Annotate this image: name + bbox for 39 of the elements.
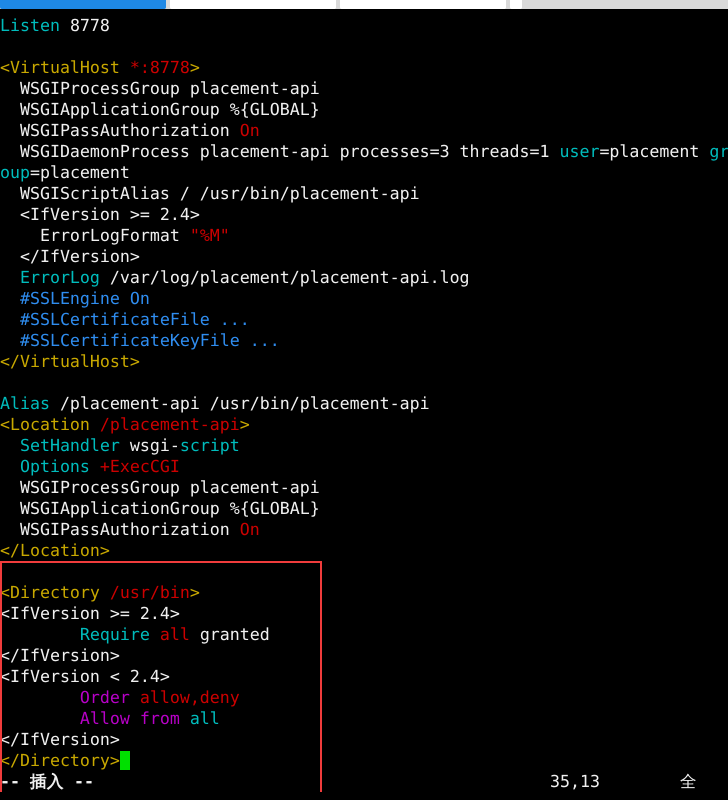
code-line: Options +ExecCGI [18,456,181,477]
code-line: Alias /placement-api /usr/bin/placement-api [0,393,431,414]
code-line: SetHandler wsgi-script [18,435,241,456]
code-line: WSGIProcessGroup placement-api [18,477,321,498]
code-line: Order allow,deny [78,687,241,708]
terminal-tab[interactable] [510,0,522,9]
code-line: WSGIApplicationGroup %{GLOBAL} [18,99,321,120]
code-line: Listen 8778 [0,15,111,36]
code-line: <VirtualHost *:8778> [0,57,201,78]
cursor-position: 35,13 [550,771,601,792]
code-line: </VirtualHost> [0,351,141,372]
code-line: <IfVersion >= 2.4> [18,204,201,225]
code-line: #SSLCertificateFile ... [18,309,251,330]
mode-indicator: -- 插入 -- [0,771,95,792]
code-line: ErrorLogFormat "%M" [38,225,231,246]
code-line: ErrorLog /var/log/placement/placement-api.log [18,267,471,288]
code-line: </IfVersion> [0,729,121,750]
terminal-tab[interactable] [0,0,166,9]
scroll-indicator: 全 [680,771,697,792]
code-line: Require all granted [78,624,271,645]
terminal-tab[interactable] [340,0,506,9]
code-line: #SSLEngine On [18,288,151,309]
code-line: #SSLCertificateKeyFile ... [18,330,281,351]
code-line: <IfVersion < 2.4> [0,666,171,687]
code-line: </IfVersion> [18,246,141,267]
code-line: </IfVersion> [0,645,121,666]
code-line: <IfVersion >= 2.4> [0,603,181,624]
code-line: Allow from all [78,708,221,729]
terminal-tab[interactable] [170,0,336,9]
code-line: WSGIApplicationGroup %{GLOBAL} [18,498,321,519]
code-line: </Directory> [0,750,728,771]
code-line: oup=placement [0,162,131,183]
code-line: WSGIPassAuthorization On [18,120,261,141]
code-line: WSGIPassAuthorization On [18,519,261,540]
code-line: WSGIProcessGroup placement-api [18,78,321,99]
code-line: <Directory /usr/bin> [0,582,201,603]
code-line: <Location /placement-api> [0,414,251,435]
code-line: WSGIScriptAlias / /usr/bin/placement-api [18,183,421,204]
code-line: </Location> [0,540,111,561]
